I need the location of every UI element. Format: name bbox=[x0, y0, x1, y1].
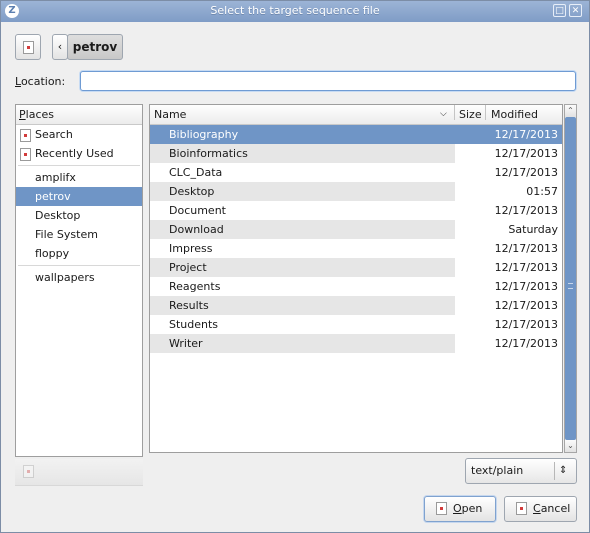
file-row[interactable]: Students 12/17/2013 bbox=[150, 315, 562, 334]
place-search[interactable]: Search bbox=[16, 125, 142, 144]
path-edit-toggle-button[interactable] bbox=[15, 34, 41, 60]
sort-descending-icon[interactable]: ⌵ bbox=[440, 105, 447, 124]
place-recently-used[interactable]: Recently Used bbox=[16, 144, 142, 163]
file-type-filter-select[interactable]: text/plain ⇕ bbox=[465, 458, 577, 484]
file-modified: 01:57 bbox=[526, 185, 558, 198]
file-modified: 12/17/2013 bbox=[494, 242, 558, 255]
column-divider[interactable] bbox=[485, 105, 486, 120]
file-row[interactable]: Document 12/17/2013 bbox=[150, 201, 562, 220]
file-name: Download bbox=[169, 223, 224, 236]
file-row[interactable]: Download Saturday bbox=[150, 220, 562, 239]
file-list-header: Name ⌵ Size Modified bbox=[150, 105, 562, 125]
file-modified: 12/17/2013 bbox=[494, 337, 558, 350]
places-header[interactable]: Places bbox=[16, 105, 142, 125]
filter-divider bbox=[554, 462, 555, 480]
open-document-icon bbox=[436, 502, 447, 515]
column-modified-header[interactable]: Modified bbox=[491, 105, 538, 124]
file-name: Reagents bbox=[169, 280, 221, 293]
file-name: Desktop bbox=[169, 185, 215, 198]
document-icon bbox=[23, 41, 34, 54]
column-divider[interactable] bbox=[454, 105, 455, 120]
close-button[interactable]: ✕ bbox=[569, 4, 582, 17]
file-modified: 12/17/2013 bbox=[494, 280, 558, 293]
file-name: Document bbox=[169, 204, 226, 217]
path-segment-petrov[interactable]: petrov bbox=[67, 34, 123, 60]
file-name: Impress bbox=[169, 242, 213, 255]
file-modified: 12/17/2013 bbox=[494, 318, 558, 331]
place-floppy[interactable]: floppy bbox=[16, 244, 142, 263]
place-amplifx[interactable]: amplifx bbox=[16, 168, 142, 187]
open-button-label: Open bbox=[453, 497, 482, 521]
open-mnemonic: O bbox=[453, 502, 462, 515]
scrollbar-thumb[interactable] bbox=[565, 117, 576, 440]
file-row[interactable]: Bibliography 12/17/2013 bbox=[150, 125, 562, 144]
cancel-button-label: Cancel bbox=[533, 497, 570, 521]
place-label: Recently Used bbox=[35, 147, 114, 160]
place-petrov[interactable]: petrov bbox=[16, 187, 142, 206]
file-modified: 12/17/2013 bbox=[494, 147, 558, 160]
place-wallpapers[interactable]: wallpapers bbox=[16, 268, 142, 287]
search-document-icon bbox=[20, 128, 31, 142]
window-title: Select the target sequence file bbox=[210, 4, 380, 17]
place-desktop[interactable]: Desktop bbox=[16, 206, 142, 225]
file-row[interactable]: Writer 12/17/2013 bbox=[150, 334, 562, 353]
file-modified: 12/17/2013 bbox=[494, 204, 558, 217]
file-name: Writer bbox=[169, 337, 203, 350]
file-modified: 12/17/2013 bbox=[494, 128, 558, 141]
file-modified: 12/17/2013 bbox=[494, 299, 558, 312]
file-list-scrollbar[interactable]: ⌃ ⌄ bbox=[564, 104, 577, 453]
scroll-up-icon[interactable]: ⌃ bbox=[565, 105, 576, 117]
places-sidebar: Places Search Recently Used amplifx petr… bbox=[15, 104, 143, 457]
cancel-document-icon bbox=[516, 502, 527, 515]
file-name: Project bbox=[169, 261, 207, 274]
file-modified: 12/17/2013 bbox=[494, 166, 558, 179]
location-input[interactable] bbox=[80, 71, 576, 91]
file-name: Bibliography bbox=[169, 128, 239, 141]
location-label-text: ocation: bbox=[20, 75, 66, 88]
add-remove-bookmark-bar bbox=[15, 459, 143, 486]
places-header-mnemonic: P bbox=[19, 108, 26, 121]
places-divider bbox=[18, 165, 140, 166]
cancel-mnemonic: C bbox=[533, 502, 541, 515]
file-list: Name ⌵ Size Modified Bibliography 12/17/2… bbox=[149, 104, 563, 453]
path-scroll-left-button[interactable]: ‹ bbox=[52, 34, 68, 60]
file-row[interactable]: Desktop 01:57 bbox=[150, 182, 562, 201]
maximize-button[interactable]: □ bbox=[553, 4, 566, 17]
open-label-text: pen bbox=[461, 502, 483, 515]
file-name: Results bbox=[169, 299, 209, 312]
file-row[interactable]: Bioinformatics 12/17/2013 bbox=[150, 144, 562, 163]
file-row[interactable]: Results 12/17/2013 bbox=[150, 296, 562, 315]
places-header-text: laces bbox=[25, 108, 54, 121]
file-type-filter-value: text/plain bbox=[471, 464, 524, 477]
places-divider bbox=[18, 265, 140, 266]
place-label: Search bbox=[35, 128, 73, 141]
location-label: Location: bbox=[15, 75, 65, 88]
column-size-header[interactable]: Size bbox=[459, 105, 482, 124]
column-name-header[interactable]: Name bbox=[154, 105, 186, 124]
file-row[interactable]: Reagents 12/17/2013 bbox=[150, 277, 562, 296]
recent-document-icon bbox=[20, 147, 31, 161]
place-file-system[interactable]: File System bbox=[16, 225, 142, 244]
file-row[interactable]: CLC_Data 12/17/2013 bbox=[150, 163, 562, 182]
file-modified: Saturday bbox=[508, 223, 558, 236]
file-modified: 12/17/2013 bbox=[494, 261, 558, 274]
file-name: Bioinformatics bbox=[169, 147, 248, 160]
cancel-label-text: ancel bbox=[540, 502, 571, 515]
cancel-button[interactable]: Cancel bbox=[504, 496, 577, 522]
file-row[interactable]: Project 12/17/2013 bbox=[150, 258, 562, 277]
file-chooser-dialog: Z Select the target sequence file □ ✕ ‹ … bbox=[0, 0, 590, 533]
file-name: Students bbox=[169, 318, 219, 331]
up-down-arrows-icon: ⇕ bbox=[559, 465, 568, 476]
title-bar[interactable]: Z Select the target sequence file □ ✕ bbox=[1, 1, 589, 22]
open-button[interactable]: Open bbox=[424, 496, 496, 522]
scroll-down-icon[interactable]: ⌄ bbox=[565, 440, 576, 452]
file-name: CLC_Data bbox=[169, 166, 223, 179]
scrollbar-grip-icon bbox=[568, 283, 573, 289]
add-bookmark-icon[interactable] bbox=[23, 465, 34, 478]
file-row[interactable]: Impress 12/17/2013 bbox=[150, 239, 562, 258]
